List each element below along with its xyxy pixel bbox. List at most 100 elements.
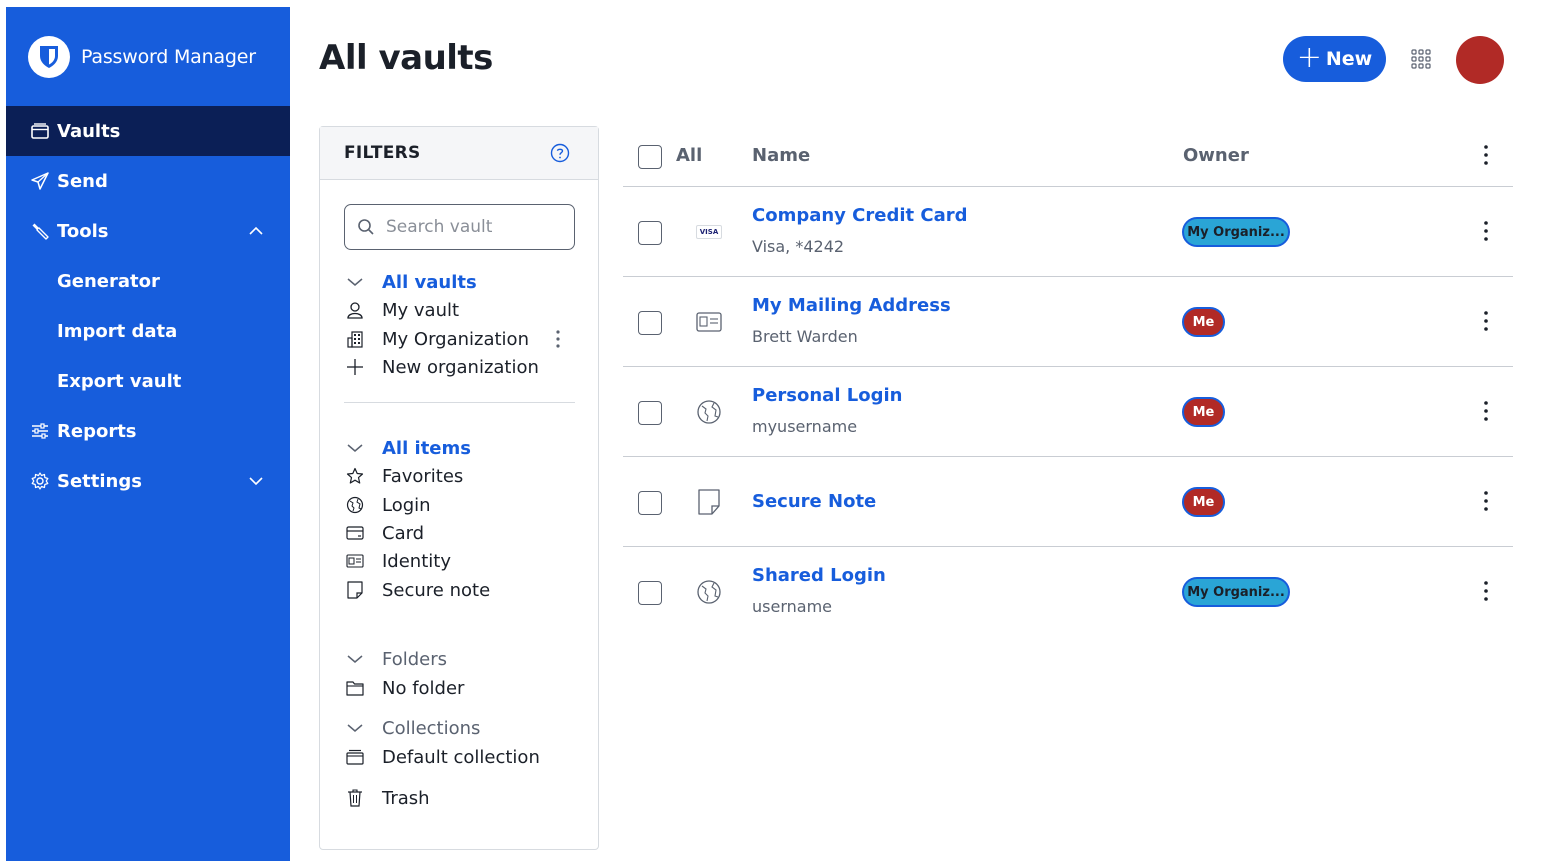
brand[interactable]: Password Manager bbox=[6, 7, 290, 106]
row-checkbox[interactable] bbox=[638, 581, 662, 605]
app-grid-icon[interactable] bbox=[1411, 49, 1431, 69]
chevron-down-icon[interactable] bbox=[344, 271, 366, 293]
owner-badge: Me bbox=[1182, 397, 1225, 427]
item-name[interactable]: My Mailing Address bbox=[752, 295, 951, 316]
brand-name: Password Manager bbox=[81, 45, 256, 68]
plus-icon bbox=[344, 356, 366, 378]
column-owner[interactable]: Owner bbox=[1183, 145, 1249, 166]
nav-reports-label: Reports bbox=[57, 420, 137, 442]
wrench-icon bbox=[30, 221, 50, 241]
filters-header: FILTERS bbox=[320, 127, 598, 180]
globe-icon bbox=[695, 578, 723, 606]
header-more-options-icon[interactable] bbox=[1481, 144, 1491, 166]
filter-all-items[interactable]: All items bbox=[344, 434, 471, 462]
filter-all-vaults[interactable]: All vaults bbox=[344, 268, 477, 296]
nav-export-vault[interactable]: Export vault bbox=[6, 356, 290, 406]
search-icon bbox=[358, 219, 374, 235]
item-subtitle: Brett Warden bbox=[752, 327, 858, 346]
nav-vaults-label: Vaults bbox=[57, 120, 121, 142]
filter-favorites[interactable]: Favorites bbox=[344, 462, 463, 490]
row-checkbox[interactable] bbox=[638, 311, 662, 335]
column-name[interactable]: Name bbox=[752, 145, 810, 166]
filter-default-collection[interactable]: Default collection bbox=[344, 743, 540, 771]
chevron-down-icon[interactable] bbox=[246, 471, 266, 491]
filter-favorites-label: Favorites bbox=[382, 465, 464, 487]
more-options-icon[interactable] bbox=[553, 329, 563, 349]
nav-settings[interactable]: Settings bbox=[6, 456, 290, 506]
filter-default-collection-label: Default collection bbox=[382, 746, 540, 768]
item-name[interactable]: Shared Login bbox=[752, 565, 886, 586]
note-icon bbox=[695, 488, 723, 516]
shield-logo-icon bbox=[28, 35, 70, 78]
new-button-label: New bbox=[1325, 48, 1373, 70]
table-row[interactable]: VISA Company Credit Card Visa, *4242 My … bbox=[623, 187, 1513, 277]
table-row[interactable]: My Mailing Address Brett Warden Me bbox=[623, 277, 1513, 367]
chevron-down-icon[interactable] bbox=[344, 648, 366, 670]
nav-tools[interactable]: Tools bbox=[6, 206, 290, 256]
row-checkbox[interactable] bbox=[638, 491, 662, 515]
search-input[interactable] bbox=[386, 217, 556, 237]
filter-collections-label: Collections bbox=[382, 717, 481, 739]
owner-badge: My Organiz... bbox=[1182, 577, 1290, 607]
select-all-checkbox[interactable] bbox=[638, 145, 662, 169]
filter-my-organization[interactable]: My Organization bbox=[344, 325, 529, 353]
identity-icon bbox=[695, 308, 723, 336]
nav-settings-label: Settings bbox=[57, 470, 142, 492]
filter-my-organization-label: My Organization bbox=[382, 328, 529, 350]
filter-no-folder-label: No folder bbox=[382, 677, 465, 699]
filter-folders-label: Folders bbox=[382, 648, 448, 670]
filter-identity[interactable]: Identity bbox=[344, 547, 451, 575]
filter-card[interactable]: Card bbox=[344, 519, 424, 547]
filter-collections-header[interactable]: Collections bbox=[344, 714, 480, 742]
row-more-options-icon[interactable] bbox=[1481, 580, 1491, 602]
nav-vaults[interactable]: Vaults bbox=[6, 106, 290, 156]
table-row[interactable]: Secure Note Me bbox=[623, 457, 1513, 547]
nav-reports[interactable]: Reports bbox=[6, 406, 290, 456]
plus-icon: + bbox=[1296, 39, 1322, 75]
filter-login-label: Login bbox=[382, 494, 431, 516]
sliders-icon bbox=[30, 421, 50, 441]
send-icon bbox=[30, 171, 50, 191]
filter-folders-header[interactable]: Folders bbox=[344, 645, 447, 673]
new-button[interactable]: + New bbox=[1283, 36, 1386, 82]
filter-no-folder[interactable]: No folder bbox=[344, 674, 464, 702]
table-row[interactable]: Personal Login myusername Me bbox=[623, 367, 1513, 457]
nav-generator[interactable]: Generator bbox=[6, 256, 290, 306]
filter-all-items-label: All items bbox=[382, 437, 471, 459]
row-checkbox[interactable] bbox=[638, 401, 662, 425]
filter-login[interactable]: Login bbox=[344, 491, 431, 519]
filter-my-vault[interactable]: My vault bbox=[344, 296, 459, 324]
filter-trash-label: Trash bbox=[382, 787, 430, 809]
help-icon[interactable] bbox=[550, 143, 570, 163]
item-name[interactable]: Personal Login bbox=[752, 385, 902, 406]
row-checkbox[interactable] bbox=[638, 221, 662, 245]
row-more-options-icon[interactable] bbox=[1481, 490, 1491, 512]
user-avatar[interactable] bbox=[1456, 36, 1504, 84]
filter-new-organization[interactable]: New organization bbox=[344, 353, 539, 381]
vault-items-table: All Name Owner VISA Company Credit Card … bbox=[623, 126, 1513, 637]
nav-export-vault-label: Export vault bbox=[57, 370, 182, 392]
filters-title: FILTERS bbox=[344, 143, 421, 163]
nav-tools-label: Tools bbox=[57, 220, 109, 242]
chevron-down-icon[interactable] bbox=[344, 717, 366, 739]
nav-import-data[interactable]: Import data bbox=[6, 306, 290, 356]
owner-badge: Me bbox=[1182, 487, 1225, 517]
globe-icon bbox=[695, 398, 723, 426]
item-subtitle: myusername bbox=[752, 417, 858, 436]
item-name[interactable]: Secure Note bbox=[752, 491, 876, 512]
filter-new-organization-label: New organization bbox=[382, 356, 539, 378]
filter-secure-note[interactable]: Secure note bbox=[344, 576, 490, 604]
chevron-up-icon[interactable] bbox=[246, 221, 266, 241]
filter-trash[interactable]: Trash bbox=[344, 784, 430, 812]
filter-my-vault-label: My vault bbox=[382, 299, 460, 321]
table-row[interactable]: Shared Login username My Organiz... bbox=[623, 547, 1513, 637]
trash-icon bbox=[344, 787, 366, 809]
search-box[interactable] bbox=[344, 204, 575, 250]
chevron-down-icon[interactable] bbox=[344, 437, 366, 459]
row-more-options-icon[interactable] bbox=[1481, 310, 1491, 332]
row-more-options-icon[interactable] bbox=[1481, 400, 1491, 422]
nav-send[interactable]: Send bbox=[6, 156, 290, 206]
item-name[interactable]: Company Credit Card bbox=[752, 205, 968, 226]
row-more-options-icon[interactable] bbox=[1481, 220, 1491, 242]
gear-icon bbox=[30, 471, 50, 491]
